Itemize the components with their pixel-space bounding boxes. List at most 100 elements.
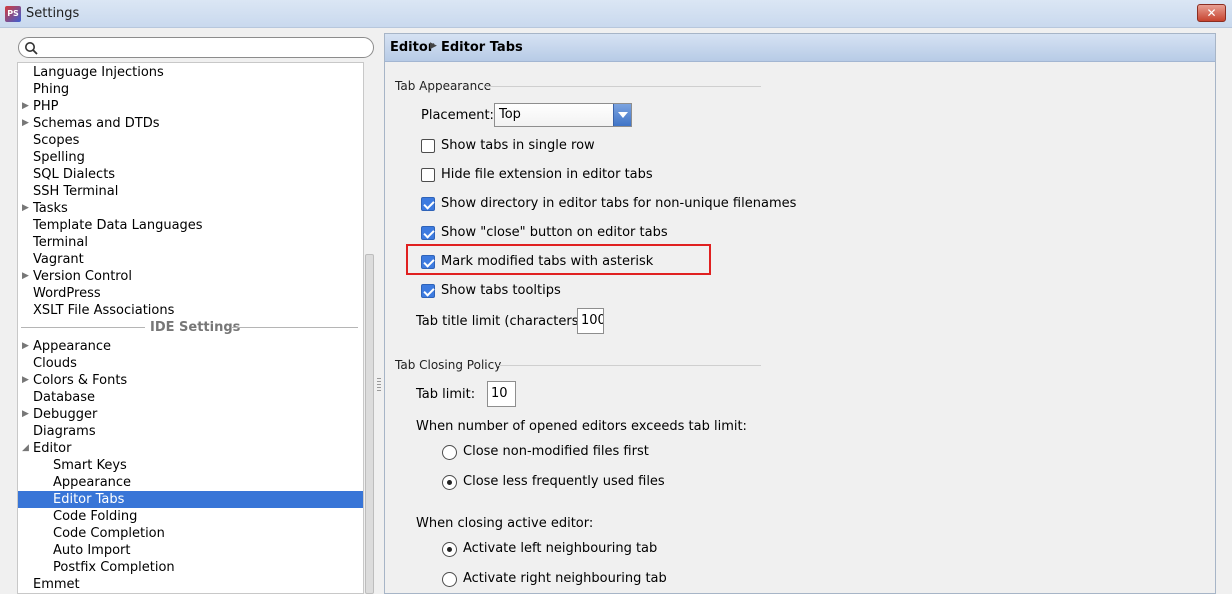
tree-item-phing[interactable]: Phing xyxy=(18,81,363,98)
scrollbar-thumb[interactable] xyxy=(365,254,374,594)
divider xyxy=(231,327,358,328)
tree-item-appearance[interactable]: ▶ Appearance xyxy=(18,338,363,355)
tree-item-vagrant[interactable]: Vagrant xyxy=(18,251,363,268)
tree-item-colors-fonts[interactable]: ▶ Colors & Fonts xyxy=(18,372,363,389)
tree-item-label: Template Data Languages xyxy=(33,218,203,233)
exceeds-label: When number of opened editors exceeds ta… xyxy=(416,419,747,434)
tree-item-smart-keys[interactable]: Smart Keys xyxy=(18,457,363,474)
editor-tabs-settings-panel: Editor ▶ Editor Tabs Tab Appearance Plac… xyxy=(384,33,1216,594)
placement-label: Placement: xyxy=(421,108,494,123)
tab-limit-input[interactable]: 10 xyxy=(487,381,516,407)
tree-item-code-completion[interactable]: Code Completion xyxy=(18,525,363,542)
collapsed-arrow-icon[interactable]: ▶ xyxy=(22,200,32,217)
tree-item-label: Editor Tabs xyxy=(53,492,125,507)
divider xyxy=(485,86,761,87)
tree-item-database[interactable]: Database xyxy=(18,389,363,406)
collapsed-arrow-icon[interactable]: ▶ xyxy=(22,372,32,389)
tree-scrollbar[interactable] xyxy=(364,62,375,594)
checkbox-show-tabs-in-single-row[interactable] xyxy=(421,139,435,153)
radio-close-non-modified-files-first[interactable] xyxy=(442,445,457,460)
tree-item-clouds[interactable]: Clouds xyxy=(18,355,363,372)
divider xyxy=(497,365,761,366)
close-button[interactable]: ✕ xyxy=(1197,4,1226,22)
collapsed-arrow-icon[interactable]: ▶ xyxy=(22,268,32,285)
checkbox-label[interactable]: Show "close" button on editor tabs xyxy=(441,225,668,240)
breadcrumb-parent: Editor xyxy=(390,40,435,55)
highlight-box xyxy=(406,244,711,275)
tree-item-terminal[interactable]: Terminal xyxy=(18,234,363,251)
tree-item-appearance[interactable]: Appearance xyxy=(18,474,363,491)
tab-limit-label: Tab limit: xyxy=(416,387,476,402)
radio-activate-left-neighbouring-tab[interactable] xyxy=(442,542,457,557)
checkbox-show-directory-in-editor-tabs-for-non-unique-filenames[interactable] xyxy=(421,197,435,211)
tree-item-label: Clouds xyxy=(33,356,77,371)
checkbox-show-tabs-tooltips[interactable] xyxy=(421,284,435,298)
tree-item-language-injections[interactable]: Language Injections xyxy=(18,64,363,81)
tree-item-diagrams[interactable]: Diagrams xyxy=(18,423,363,440)
app-icon: PS xyxy=(5,6,21,22)
radio-activate-right-neighbouring-tab[interactable] xyxy=(442,572,457,587)
tree-item-tasks[interactable]: ▶ Tasks xyxy=(18,200,363,217)
tree-item-label: Debugger xyxy=(33,407,98,422)
breadcrumb-arrow-icon: ▶ xyxy=(430,41,437,51)
tree-item-wordpress[interactable]: WordPress xyxy=(18,285,363,302)
breadcrumb: Editor ▶ Editor Tabs xyxy=(385,34,1215,62)
tree-item-auto-import[interactable]: Auto Import xyxy=(18,542,363,559)
chevron-down-icon[interactable] xyxy=(613,104,631,126)
collapsed-arrow-icon[interactable]: ▶ xyxy=(22,406,32,423)
tree-item-version-control[interactable]: ▶ Version Control xyxy=(18,268,363,285)
tree-item-label: XSLT File Associations xyxy=(33,303,175,318)
tree-item-label: PHP xyxy=(33,99,59,114)
tree-item-label: Colors & Fonts xyxy=(33,373,128,388)
tab-title-limit-input[interactable]: 100 xyxy=(577,308,604,334)
tree-item-sql-dialects[interactable]: SQL Dialects xyxy=(18,166,363,183)
checkbox-show-close-button-on-editor-tabs[interactable] xyxy=(421,226,435,240)
tree-item-label: Vagrant xyxy=(33,252,84,267)
tree-item-postfix-completion[interactable]: Postfix Completion xyxy=(18,559,363,576)
tree-item-ssh-terminal[interactable]: SSH Terminal xyxy=(18,183,363,200)
checkbox-label[interactable]: Show directory in editor tabs for non-un… xyxy=(441,196,796,211)
tree-item-label: Spelling xyxy=(33,150,85,165)
tree-item-label: Auto Import xyxy=(53,543,131,558)
tree-section-header: IDE Settings xyxy=(18,319,363,336)
collapsed-arrow-icon[interactable]: ▶ xyxy=(22,115,32,132)
tree-item-editor-tabs[interactable]: Editor Tabs xyxy=(18,491,363,508)
tree-item-emmet[interactable]: Emmet xyxy=(18,576,363,593)
tree-item-editor[interactable]: ◢ Editor xyxy=(18,440,363,457)
tree-item-label: Code Folding xyxy=(53,509,138,524)
search-input[interactable] xyxy=(18,37,374,58)
tree-item-label: Phing xyxy=(33,82,70,97)
tree-item-scopes[interactable]: Scopes xyxy=(18,132,363,149)
collapsed-arrow-icon[interactable]: ▶ xyxy=(22,338,32,355)
radio-label[interactable]: Close less frequently used files xyxy=(463,474,665,489)
tree-item-schemas-and-dtds[interactable]: ▶ Schemas and DTDs xyxy=(18,115,363,132)
tree-item-php[interactable]: ▶ PHP xyxy=(18,98,363,115)
checkbox-hide-file-extension-in-editor-tabs[interactable] xyxy=(421,168,435,182)
tree-item-label: Schemas and DTDs xyxy=(33,116,160,131)
tree-item-label: Editor xyxy=(33,441,72,456)
tab-closing-group-title: Tab Closing Policy xyxy=(395,358,502,372)
placement-value: Top xyxy=(499,107,521,122)
placement-select[interactable]: Top xyxy=(494,103,632,127)
checkbox-label[interactable]: Hide file extension in editor tabs xyxy=(441,167,653,182)
splitter-handle[interactable] xyxy=(377,378,381,392)
tree-item-label: Diagrams xyxy=(33,424,96,439)
tree-item-label: SSH Terminal xyxy=(33,184,119,199)
radio-close-less-frequently-used-files[interactable] xyxy=(442,475,457,490)
expanded-arrow-icon[interactable]: ◢ xyxy=(22,440,32,457)
checkbox-label[interactable]: Show tabs in single row xyxy=(441,138,595,153)
checkbox-label[interactable]: Show tabs tooltips xyxy=(441,283,561,298)
collapsed-arrow-icon[interactable]: ▶ xyxy=(22,98,32,115)
settings-tree: Language Injections Phing ▶ PHP ▶ Schemas and… xyxy=(17,62,364,594)
tree-item-debugger[interactable]: ▶ Debugger xyxy=(18,406,363,423)
tree-item-spelling[interactable]: Spelling xyxy=(18,149,363,166)
tree-item-label: Smart Keys xyxy=(53,458,127,473)
search-icon xyxy=(25,42,38,55)
tree-item-xslt-file-associations[interactable]: XSLT File Associations xyxy=(18,302,363,319)
radio-label[interactable]: Activate left neighbouring tab xyxy=(463,541,657,556)
tree-item-code-folding[interactable]: Code Folding xyxy=(18,508,363,525)
closing-label: When closing active editor: xyxy=(416,516,594,531)
radio-label[interactable]: Activate right neighbouring tab xyxy=(463,571,667,586)
radio-label[interactable]: Close non-modified files first xyxy=(463,444,649,459)
tree-item-template-data-languages[interactable]: Template Data Languages xyxy=(18,217,363,234)
